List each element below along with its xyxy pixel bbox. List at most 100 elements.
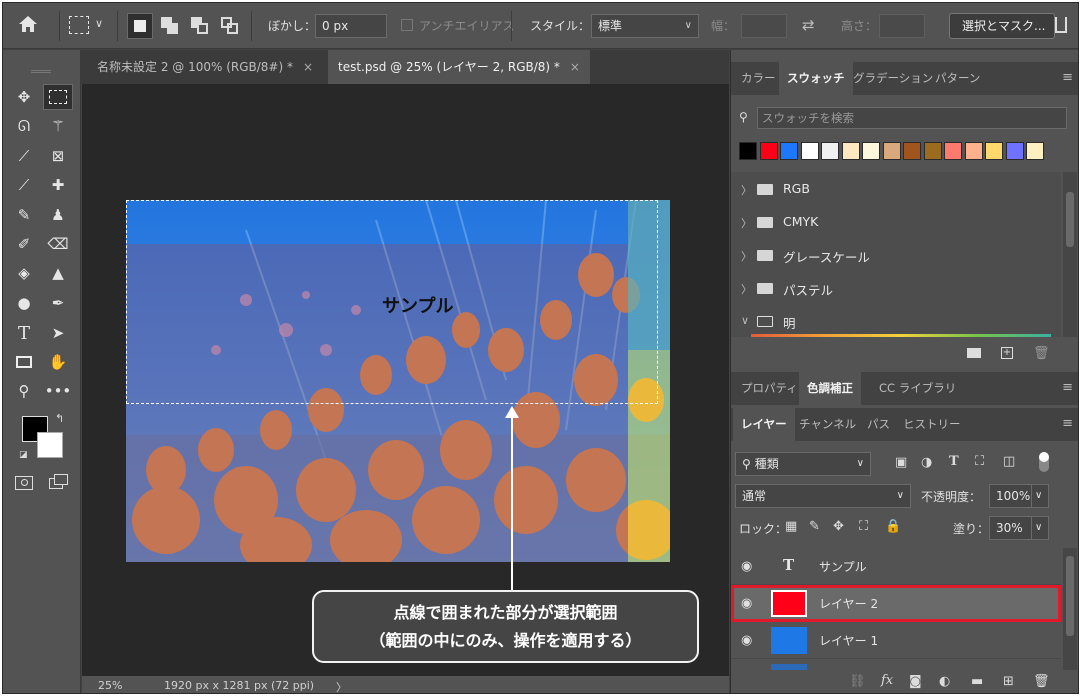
new-swatch-icon[interactable]: + xyxy=(1001,347,1013,359)
canvas-area[interactable]: サンプル xyxy=(82,84,729,676)
panel-menu-icon[interactable]: ≡ xyxy=(1062,380,1073,395)
tab-history[interactable]: ヒストリー xyxy=(895,408,969,441)
subtract-selection-icon[interactable] xyxy=(191,17,209,35)
color-swatch[interactable] xyxy=(780,142,798,160)
lock-position-icon[interactable]: ✥ xyxy=(833,519,844,534)
fx-icon[interactable]: fx xyxy=(881,673,893,688)
lock-all-icon[interactable]: 🔒 xyxy=(885,519,901,534)
color-swatch[interactable] xyxy=(841,142,860,160)
color-swatch[interactable] xyxy=(882,142,901,160)
feather-input[interactable]: 0 px xyxy=(315,14,387,38)
trash-icon[interactable]: 🗑 xyxy=(1033,674,1050,689)
layer-filter-select[interactable]: ⚲ 種類 ∨ xyxy=(735,452,871,476)
hand-tool-icon[interactable]: ✋ xyxy=(43,349,73,375)
tab-adjustments[interactable]: 色調補正 xyxy=(799,372,861,405)
trash-icon[interactable]: 🗑 xyxy=(1033,346,1050,361)
swatch-group-rgb[interactable]: 〉 RGB xyxy=(739,174,1059,206)
color-swatch[interactable] xyxy=(759,142,778,160)
link-layers-icon[interactable]: ⛓ xyxy=(849,674,866,689)
magic-wand-icon[interactable]: ⚚ xyxy=(43,113,73,139)
more-tools-icon[interactable]: ••• xyxy=(43,378,73,404)
intersect-selection-icon[interactable] xyxy=(221,17,239,35)
panel-menu-icon[interactable]: ≡ xyxy=(1062,416,1073,431)
pen-tool-icon[interactable]: ✒ xyxy=(43,290,73,316)
tab-swatches[interactable]: スウォッチ xyxy=(779,62,853,95)
height-input[interactable] xyxy=(879,14,925,38)
background-color[interactable] xyxy=(37,432,63,458)
eraser-tool-icon[interactable]: ⌫ xyxy=(43,231,73,257)
tab-channels[interactable]: チャンネル xyxy=(791,408,864,441)
close-icon[interactable]: × xyxy=(303,60,313,74)
fill-dropdown[interactable]: ∨ xyxy=(1031,516,1049,540)
path-select-icon[interactable]: ➤ xyxy=(43,320,73,346)
filter-shape-icon[interactable]: ⛶ xyxy=(975,454,984,469)
filter-toggle[interactable] xyxy=(1039,452,1049,472)
quick-mask-icon[interactable] xyxy=(15,476,33,490)
dodge-tool-icon[interactable]: ● xyxy=(9,290,39,316)
history-brush-icon[interactable]: ✐ xyxy=(9,231,39,257)
eye-icon[interactable]: ◉ xyxy=(741,633,752,648)
screen-mode-icon[interactable] xyxy=(49,474,69,490)
add-selection-icon[interactable] xyxy=(161,17,179,35)
opacity-dropdown[interactable]: ∨ xyxy=(1031,484,1049,508)
default-colors-icon[interactable]: ◪ xyxy=(19,450,28,460)
tab-pattern[interactable]: パターン xyxy=(927,62,988,95)
layers-scrollbar[interactable] xyxy=(1063,548,1077,670)
type-tool-icon[interactable]: T xyxy=(9,320,39,346)
swatch-group-cmyk[interactable]: 〉 CMYK xyxy=(739,207,1059,239)
lock-paint-icon[interactable]: ✎ xyxy=(809,519,820,534)
tab-cc-libraries[interactable]: CC ライブラリ xyxy=(871,372,964,405)
filter-type-icon[interactable]: T xyxy=(949,454,959,469)
filter-pixel-icon[interactable]: ▣ xyxy=(895,455,907,470)
layer-row-sample[interactable]: ◉ T サンプル xyxy=(731,548,1061,585)
healing-brush-icon[interactable]: ✚ xyxy=(43,172,73,198)
antialias-checkbox[interactable] xyxy=(401,19,413,31)
color-swatch[interactable] xyxy=(923,142,942,160)
tab-document-untitled[interactable]: 名称未設定 2 @ 100% (RGB/8#) * × xyxy=(87,50,323,84)
color-swatch[interactable] xyxy=(944,142,962,160)
new-group-icon[interactable]: ▬ xyxy=(971,674,983,689)
swatch-group-bright[interactable]: ∨ 明 xyxy=(739,306,1059,337)
filter-adjust-icon[interactable]: ◑ xyxy=(921,455,932,470)
tab-color[interactable]: カラー xyxy=(733,62,784,95)
stamp-tool-icon[interactable]: ♟ xyxy=(43,202,73,228)
lock-artboard-icon[interactable]: ⛶ xyxy=(859,519,868,534)
frame-tool-icon[interactable]: ⊠ xyxy=(43,143,73,169)
swap-icon[interactable]: ⇄ xyxy=(802,16,815,34)
color-swatch[interactable] xyxy=(862,142,880,160)
filter-smart-icon[interactable]: ◫ xyxy=(1003,454,1015,469)
swatch-group-pastel[interactable]: 〉パステル xyxy=(739,273,1059,305)
swap-colors-icon[interactable]: ↰ xyxy=(55,412,64,425)
color-swatch[interactable] xyxy=(964,142,983,160)
marquee-tool-icon[interactable] xyxy=(43,84,73,110)
tab-document-test[interactable]: test.psd @ 25% (レイヤー 2, RGB/8) * × xyxy=(328,50,590,84)
lock-pixels-icon[interactable]: ▦ xyxy=(785,519,797,534)
select-and-mask-button[interactable]: 選択とマスク... xyxy=(949,13,1055,39)
layer-row-layer1[interactable]: ◉ レイヤー 1 xyxy=(731,622,1061,659)
status-arrow-icon[interactable]: 〉 xyxy=(336,679,347,693)
width-input[interactable] xyxy=(741,14,787,38)
close-icon[interactable]: × xyxy=(570,60,580,74)
color-swatch[interactable] xyxy=(903,142,921,160)
rectangle-tool-icon[interactable] xyxy=(9,349,39,375)
new-selection-icon[interactable] xyxy=(127,13,153,39)
swatch-search-input[interactable]: スウォッチを検索 xyxy=(757,107,1067,129)
eyedropper-icon[interactable]: ⟋ xyxy=(9,172,39,198)
layer-row-layer2[interactable]: ◉ レイヤー 2 xyxy=(731,585,1061,622)
tab-properties[interactable]: プロパティ xyxy=(733,372,806,405)
color-swatch[interactable] xyxy=(800,142,819,160)
paint-bucket-icon[interactable]: ◈ xyxy=(9,260,39,286)
color-swatch[interactable] xyxy=(739,142,757,160)
eye-icon[interactable]: ◉ xyxy=(741,596,752,611)
share-icon[interactable] xyxy=(1055,17,1067,33)
panel-menu-icon[interactable]: ≡ xyxy=(1062,70,1073,85)
tab-layers[interactable]: レイヤー xyxy=(733,408,795,441)
tab-paths[interactable]: パス xyxy=(859,408,898,441)
color-swatch[interactable] xyxy=(1026,142,1044,160)
add-mask-icon[interactable]: ◙ xyxy=(909,674,922,689)
color-swatch[interactable] xyxy=(985,142,1003,160)
layer-row-background[interactable] xyxy=(731,659,1061,670)
style-select[interactable]: 標準 ∨ xyxy=(591,14,699,38)
new-layer-icon[interactable]: ⊞ xyxy=(1003,674,1014,689)
home-icon[interactable] xyxy=(17,14,41,36)
